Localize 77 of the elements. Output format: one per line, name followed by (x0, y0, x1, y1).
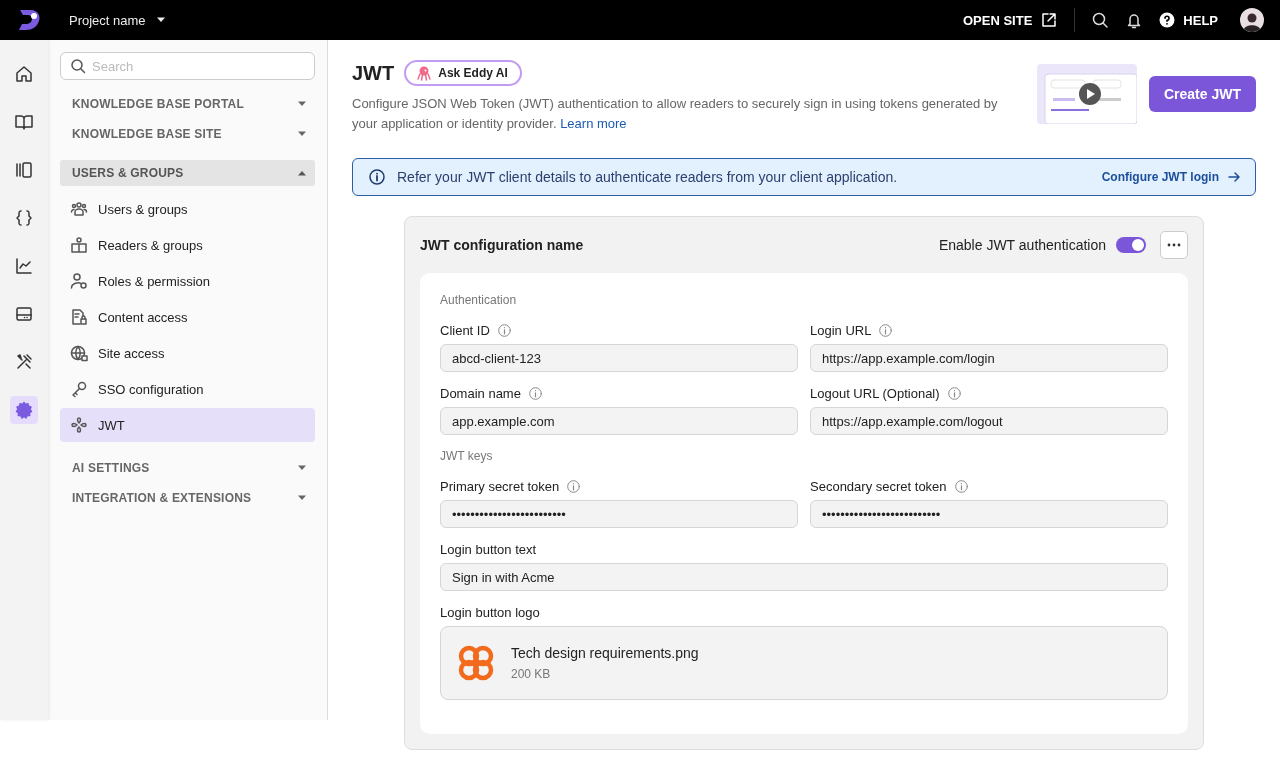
sidebar-item[interactable]: Site access (60, 336, 315, 370)
field-label: Login button logo (440, 604, 540, 620)
arrow-right-icon (1227, 170, 1241, 184)
caret-icon (297, 131, 307, 137)
page-title: JWT (352, 61, 395, 85)
caret-icon (297, 465, 307, 471)
sidebar-item[interactable]: Roles & permission (60, 264, 315, 298)
input-field[interactable]: ••••••••••••••••••••••••• (440, 500, 798, 528)
search-field[interactable]: Search (60, 52, 315, 80)
section-heading: Authentication (440, 293, 518, 307)
learn-more-link[interactable]: Learn more (560, 116, 627, 131)
users-icon (70, 200, 88, 218)
ellipsis-icon (1167, 243, 1181, 247)
braces-icon (14, 208, 34, 228)
user-gear-icon (70, 272, 88, 290)
document-lock-icon (70, 308, 88, 326)
card-title: JWT configuration name (420, 237, 584, 253)
drive-icon (14, 304, 34, 324)
input-field[interactable]: https://app.example.com/login (810, 344, 1168, 372)
field-label: Client ID (440, 322, 490, 338)
caret-icon (155, 17, 166, 23)
sidebar-item[interactable]: SSO configuration (60, 372, 315, 406)
search-icon (70, 58, 86, 74)
help-button[interactable]: HELP (1159, 12, 1218, 28)
section-header[interactable]: INTEGRATION & EXTENSIONS (60, 484, 315, 512)
file-attachment[interactable]: Tech design requirements.png 200 KB (440, 626, 1168, 700)
open-site-button[interactable]: OPEN SITE (962, 11, 1059, 29)
info-icon (369, 169, 385, 185)
home-icon (14, 64, 34, 84)
panels-icon (14, 160, 34, 180)
input-field[interactable]: Sign in with Acme (440, 563, 1168, 591)
gear-nav-button[interactable] (10, 396, 38, 424)
input-field[interactable]: https://app.example.com/logout (810, 407, 1168, 435)
caret-icon (297, 101, 307, 107)
section-header[interactable]: KNOWLEDGE BASE PORTAL (60, 90, 315, 118)
search-icon[interactable] (1091, 11, 1110, 29)
input-field[interactable]: abcd-client-123 (440, 344, 798, 372)
sidebar-item[interactable]: Readers & groups (60, 228, 315, 262)
create-jwt-button[interactable]: Create JWT (1148, 76, 1256, 112)
gear-icon (14, 400, 34, 420)
project-dropdown[interactable]: Project name (69, 12, 166, 28)
input-field[interactable]: app.example.com (440, 407, 798, 435)
field-label: Secondary secret token (810, 478, 947, 494)
sidebar-item[interactable]: Content access (60, 300, 315, 334)
input-field[interactable]: •••••••••••••••••••••••••• (810, 500, 1168, 528)
field-label: Domain name (440, 385, 521, 401)
field-label: Logout URL (Optional) (810, 385, 940, 401)
banner-text: Refer your JWT client details to authenticate readers from your client application. (397, 169, 899, 185)
section-header[interactable]: AI SETTINGS (60, 454, 315, 482)
configure-link[interactable]: Configure JWT login (1101, 170, 1241, 184)
chart-icon (14, 256, 34, 276)
avatar[interactable] (1240, 8, 1264, 32)
page-description: Configure JSON Web Token (JWT) authentication to allow readers to securely sign in using tokens generated by your application or identity provider. Learn more (352, 95, 999, 133)
tools-icon (14, 352, 34, 372)
octopus-icon (416, 65, 433, 81)
file-size: 200 KB (511, 667, 552, 681)
ask-ai-button[interactable]: Ask Eddy AI (404, 60, 522, 86)
section-heading: JWT keys (440, 449, 494, 463)
toggle-label: Enable JWT authentication (938, 237, 1106, 253)
field-label: Login URL (810, 322, 872, 338)
field-label: Primary secret token (440, 478, 560, 494)
field-label: Login button text (440, 541, 537, 557)
file-name: Tech design requirements.png (511, 645, 699, 661)
section-header[interactable]: KNOWLEDGE BASE SITE (60, 120, 315, 148)
globe-lock-icon (70, 344, 88, 362)
section-header[interactable]: USERS & GROUPS (60, 160, 315, 186)
external-link-icon (1040, 11, 1059, 29)
sidebar-item[interactable]: Users & groups (60, 192, 315, 226)
asterisk-flower-icon (70, 416, 88, 434)
caret-icon (297, 170, 307, 176)
book-icon (14, 112, 34, 132)
reader-icon (70, 236, 88, 254)
key-icon (70, 380, 88, 398)
help-icon (1159, 12, 1176, 28)
toggle-switch[interactable] (1116, 237, 1146, 253)
sidebar-item[interactable]: JWT (60, 408, 315, 442)
caret-icon (297, 495, 307, 501)
